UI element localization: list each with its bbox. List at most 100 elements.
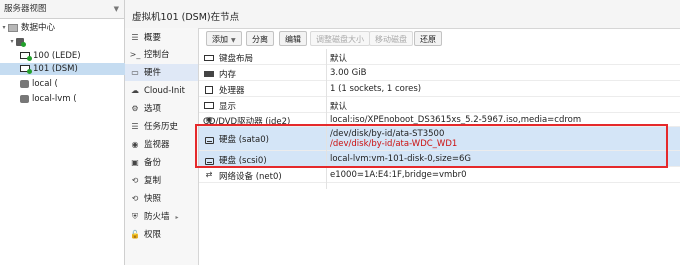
- nav-label: 控制台: [144, 50, 170, 60]
- hardware-row-memory[interactable]: 内存 3.00 GiB: [199, 65, 680, 81]
- revert-button[interactable]: 还原: [414, 31, 442, 46]
- tree-label: local (: [32, 79, 58, 89]
- move-disk-button[interactable]: 移动磁盘: [369, 31, 413, 46]
- cpu-icon: [203, 84, 215, 96]
- vm-running-icon: [20, 65, 32, 74]
- monitor-icon: ▭: [131, 68, 139, 77]
- tree-item-storage-local[interactable]: local (: [0, 78, 143, 90]
- move-disk-button-label: 移动磁盘: [375, 35, 407, 44]
- keyboard-icon: [203, 52, 215, 63]
- hardware-row-processor[interactable]: 处理器 1 (1 sockets, 1 cores): [199, 81, 680, 97]
- collapse-toggle-icon[interactable]: ▾: [8, 36, 16, 48]
- hardware-value-secondary: /dev/disk/by-id/ata-WDC_WD1: [330, 139, 458, 149]
- revert-button-label: 还原: [420, 35, 436, 44]
- nav-hardware[interactable]: ▭ 硬件: [125, 64, 198, 81]
- hardware-name: 硬盘 (sata0): [219, 135, 269, 145]
- hardware-name: 处理器: [219, 86, 245, 96]
- nav-label: 概要: [144, 33, 162, 43]
- vm-subnav: ☰ 概要 >_ 控制台 ▭ 硬件 ☁ Cloud-Init ⚙ 选项 ☰ 任务历史 ◉ 监视器…: [125, 28, 199, 265]
- summary-icon: ☰: [131, 33, 139, 42]
- hardware-value-mac: e1000=1A:E4:1F: [330, 170, 402, 180]
- hardware-value: e1000=1A:E4:1F,bridge=vmbr0: [330, 170, 467, 180]
- page-title: 虚拟机101 (DSM)在节点: [132, 12, 240, 23]
- cloud-icon: ☁: [131, 86, 139, 95]
- nav-cloud-init[interactable]: ☁ Cloud-Init: [125, 82, 198, 99]
- storage-icon: [20, 80, 29, 88]
- nav-label: 备份: [144, 158, 162, 168]
- history-icon: ⟲: [131, 194, 139, 203]
- nav-task-history[interactable]: ☰ 任务历史: [125, 118, 198, 135]
- hardware-row-disk-sata0[interactable]: 硬盘 (sata0) /dev/disk/by-id/ata-ST3500 /d…: [199, 127, 680, 151]
- hardware-value-bridge: ,bridge=vmbr0: [401, 170, 467, 180]
- network-icon: ⇄: [205, 170, 213, 179]
- gear-icon: ⚙: [131, 104, 139, 113]
- nav-label: 防火墙: [144, 212, 170, 222]
- chevron-down-icon: ▼: [231, 37, 236, 44]
- hardware-name: 内存: [219, 70, 237, 80]
- hardware-name: 硬盘 (scsi0): [219, 156, 267, 166]
- nav-label: 任务历史: [144, 122, 179, 132]
- column-divider: [326, 49, 327, 189]
- hardware-row-display[interactable]: 显示 默认: [199, 97, 680, 113]
- detach-button[interactable]: 分离: [246, 31, 274, 46]
- tree-label: local-lvm (: [32, 94, 77, 104]
- list-icon: ☰: [131, 122, 139, 131]
- datacenter-icon: [8, 24, 18, 32]
- vm-running-icon: [20, 52, 32, 61]
- retweet-icon: ⟲: [131, 176, 139, 185]
- nav-monitor[interactable]: ◉ 监视器: [125, 136, 198, 153]
- nav-replication[interactable]: ⟲ 复制: [125, 172, 198, 189]
- nav-permissions[interactable]: 🔓 权限: [125, 226, 198, 243]
- hardware-name: 键盘布局: [219, 54, 254, 64]
- resize-disk-button[interactable]: 调整磁盘大小: [310, 31, 370, 46]
- tree-item-datacenter[interactable]: ▾ 数据中心: [0, 22, 123, 34]
- detach-button-label: 分离: [252, 35, 268, 44]
- nav-snapshots[interactable]: ⟲ 快照: [125, 190, 198, 207]
- add-button-label: 添加: [212, 35, 228, 44]
- tree-item-node[interactable]: ▾: [0, 36, 131, 48]
- nav-label: 复制: [144, 176, 162, 186]
- hardware-value: local-lvm:vm-101-disk-0,size=6G: [330, 154, 471, 164]
- nav-options[interactable]: ⚙ 选项: [125, 100, 198, 117]
- resize-disk-button-label: 调整磁盘大小: [316, 35, 364, 44]
- hardware-row-cdrom[interactable]: ◉ CD/DVD驱动器 (ide2) local:iso/XPEnoboot_D…: [199, 113, 680, 127]
- storage-icon: [20, 95, 29, 103]
- collapse-toggle-icon[interactable]: ▾: [0, 22, 8, 34]
- hardware-name: 显示: [219, 102, 237, 112]
- tree-item-vm-100[interactable]: 100 (LEDE): [0, 50, 143, 62]
- hardware-value: 1 (1 sockets, 1 cores): [330, 84, 422, 94]
- edit-button-label: 编辑: [285, 35, 301, 44]
- eye-icon: ◉: [131, 140, 139, 149]
- nav-label: 选项: [144, 104, 162, 114]
- tree-item-storage-local-lvm[interactable]: local-lvm (: [0, 93, 143, 105]
- view-selector-label: 服务器视图: [4, 4, 47, 14]
- nav-label: 硬件: [144, 68, 162, 78]
- chevron-right-icon: ▸: [175, 214, 179, 221]
- tree-label: 100 (LEDE): [33, 51, 81, 61]
- hardware-row-disk-scsi0[interactable]: 硬盘 (scsi0) local-lvm:vm-101-disk-0,size=…: [199, 151, 680, 167]
- disk-icon: [203, 134, 215, 146]
- add-button[interactable]: 添加 ▼: [206, 31, 242, 46]
- floppy-icon: ▣: [131, 158, 139, 167]
- hardware-row-keyboard[interactable]: 键盘布局 默认: [199, 49, 680, 65]
- disk-icon: [203, 155, 215, 167]
- hardware-value: local:iso/XPEnoboot_DS3615xs_5.2-5967.is…: [330, 115, 582, 125]
- hardware-row-network[interactable]: ⇄ 网络设备 (net0) e1000=1A:E4:1F,bridge=vmbr…: [199, 167, 680, 183]
- chevron-down-icon: ▼: [113, 5, 119, 13]
- view-selector[interactable]: 服务器视图 ▼: [0, 0, 124, 19]
- edit-button[interactable]: 编辑: [279, 31, 307, 46]
- hardware-name: 网络设备 (net0): [219, 172, 282, 182]
- hardware-value: 3.00 GiB: [330, 68, 367, 78]
- nav-firewall[interactable]: ⛨ 防火墙 ▸: [125, 208, 198, 225]
- tree-label: 101 (DSM): [33, 64, 78, 74]
- node-icon: [16, 38, 26, 47]
- nav-backup[interactable]: ▣ 备份: [125, 154, 198, 171]
- tree-item-vm-101[interactable]: 101 (DSM): [0, 63, 143, 75]
- hardware-value: /dev/disk/by-id/ata-ST3500: [330, 129, 445, 139]
- unlock-icon: 🔓: [130, 230, 140, 239]
- nav-label: 权限: [144, 230, 162, 240]
- hardware-value: 默认: [330, 102, 348, 112]
- nav-console[interactable]: >_ 控制台: [125, 46, 198, 63]
- nav-summary[interactable]: ☰ 概要: [125, 29, 198, 46]
- tree-label: 数据中心: [21, 23, 56, 33]
